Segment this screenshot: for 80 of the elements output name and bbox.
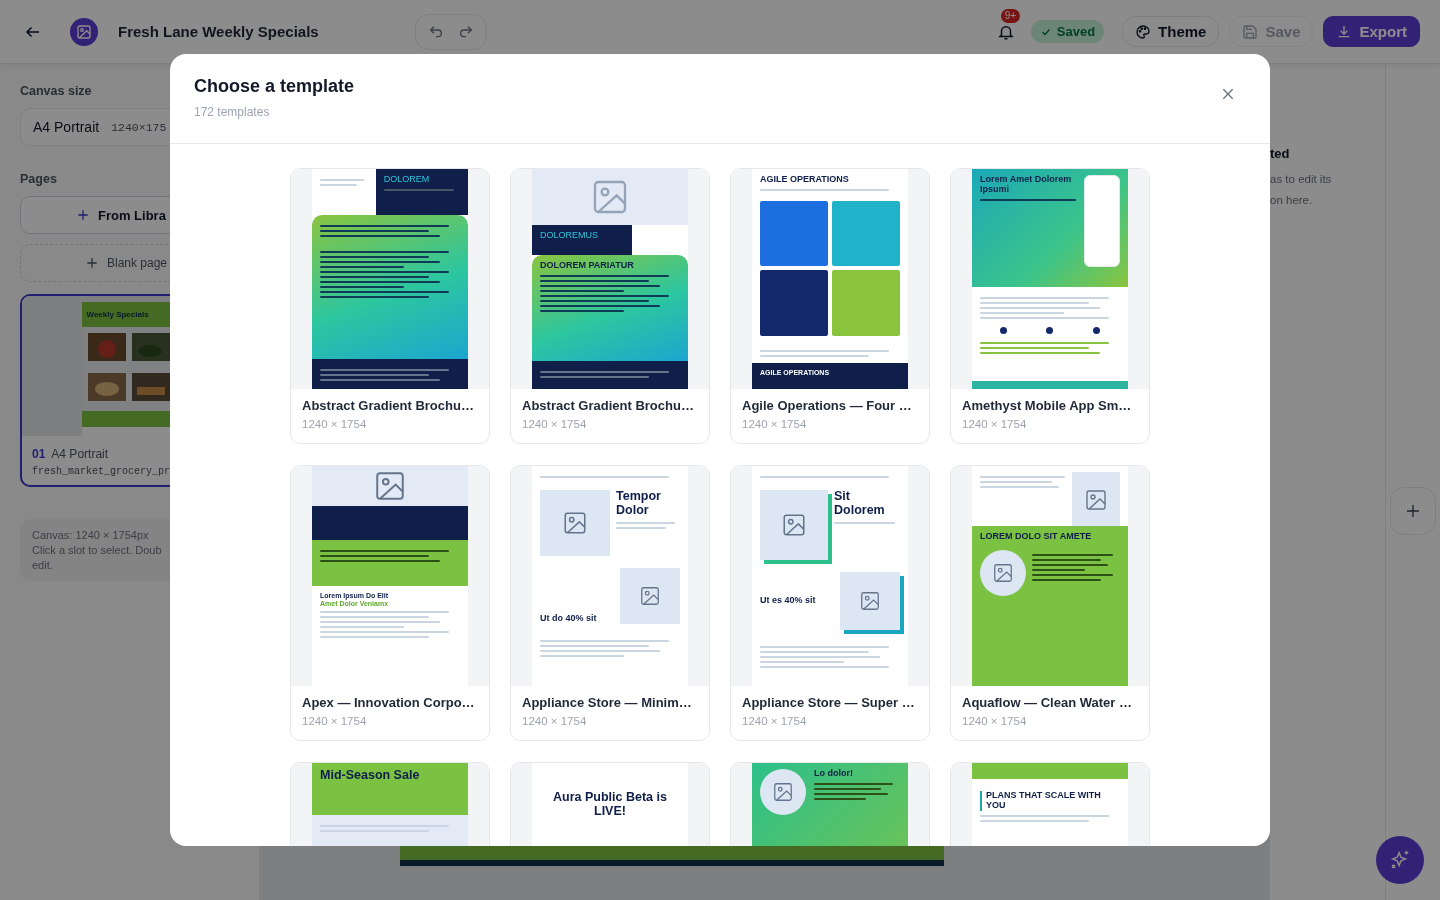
close-icon <box>1220 86 1236 102</box>
image-icon <box>1084 488 1108 512</box>
preview-headline: DOLOREMUS <box>540 231 599 241</box>
empty-state-text: as to edit its <box>1270 172 1333 187</box>
template-name: Abstract Gradient Brochu… <box>302 398 475 413</box>
preview-headline: Ut es 40% sit <box>760 596 817 606</box>
theme-button[interactable]: Theme <box>1122 16 1220 47</box>
template-card[interactable]: DOLOREM Abstract Gradient Brochu… 1240 × 1754 <box>290 168 490 444</box>
info-text: Click a slot to select. Doub <box>32 544 163 556</box>
page-file-name: fresh_market_grocery_pr <box>32 466 172 477</box>
feature-tile <box>760 200 828 267</box>
template-size: 1240 × 1754 <box>742 715 808 727</box>
template-card[interactable]: Mid-Season Sale <box>290 762 490 846</box>
page-number: 01 <box>32 447 46 461</box>
preview-headline: Lo dolor! <box>814 769 854 779</box>
template-size: 1240 × 1754 <box>302 418 368 430</box>
image-icon <box>781 512 807 538</box>
image-icon <box>639 585 661 607</box>
template-card[interactable]: Aura Public Beta is LIVE! <box>510 762 710 846</box>
image-icon <box>373 469 407 503</box>
template-card[interactable]: DOLOREMUS DOLOREM PARIATUR Abstract Gradient Brochu… 1240 × 1754 <box>510 168 710 444</box>
info-text: edit. <box>32 559 54 571</box>
template-name: Agile Operations — Four … <box>742 398 913 413</box>
info-text: Canvas: 1240 × 1754px <box>32 529 150 541</box>
preview-headline: Sit Dolorem <box>834 490 886 518</box>
preview-headline: Aura Public Beta is LIVE! <box>552 791 668 819</box>
feature-tile <box>832 270 900 336</box>
palette-icon <box>1135 23 1152 40</box>
empty-state-title: ted <box>1270 146 1291 161</box>
template-size: 1240 × 1754 <box>302 715 368 727</box>
template-size: 1240 × 1754 <box>522 418 588 430</box>
preview-headline: AGILE OPERATIONS <box>760 175 850 185</box>
image-icon <box>859 590 881 612</box>
template-card[interactable]: PLANS THAT SCALE WITH YOU <box>950 762 1150 846</box>
dialog-title: Choose a template <box>194 76 355 97</box>
export-button[interactable]: Export <box>1323 16 1420 47</box>
preview-headline: Ut do 40% sit <box>540 614 598 624</box>
section-label: Pages <box>20 172 58 186</box>
template-size: 1240 × 1754 <box>962 418 1028 430</box>
undo-icon <box>427 23 444 40</box>
dot-icon <box>1046 327 1054 334</box>
feature-tile <box>760 270 828 336</box>
template-name: Appliance Store — Super … <box>742 695 916 710</box>
preview-headline: Lorem Amet Dolorem Ipsumi <box>980 175 1073 195</box>
template-name: Abstract Gradient Brochu… <box>522 398 695 413</box>
image-icon <box>992 561 1014 584</box>
template-size: 1240 × 1754 <box>742 418 808 430</box>
dot-icon <box>999 327 1007 334</box>
plus-icon <box>76 208 90 222</box>
plus-icon <box>1404 502 1422 520</box>
preview-headline: LOREM DOLO SIT AMETE <box>980 532 1093 542</box>
dot-icon <box>1093 327 1101 334</box>
notification-badge: 9+ <box>1000 8 1021 23</box>
preview-headline: PLANS THAT SCALE WITH YOU <box>986 791 1102 811</box>
image-icon <box>772 781 794 803</box>
template-name: Aquaflow — Clean Water … <box>962 695 1133 710</box>
plus-icon <box>85 256 99 270</box>
template-card[interactable]: Tempor Dolor Ut do 40% sit Appliance Store — Minim… 1240 × 1754 <box>510 465 710 741</box>
image-icon <box>562 510 588 536</box>
template-name: Amethyst Mobile App Sm… <box>962 398 1133 413</box>
sparkle-icon <box>1389 849 1411 871</box>
empty-state-text: on here. <box>1270 193 1314 209</box>
document-title: Fresh Lane Weekly Specials <box>118 23 319 40</box>
template-card[interactable]: Lo dolor! <box>730 762 930 846</box>
template-card[interactable]: Sit Dolorem Ut es 40% sit Appliance Store — Super … 1240 × 1754 <box>730 465 930 741</box>
template-size: 1240 × 1754 <box>962 715 1028 727</box>
template-card[interactable]: Lorem Amet Dolorem Ipsumi Amethyst Mobile App Sm… 1240 × 1754 <box>950 168 1150 444</box>
preview-headline: DOLOREM PARIATUR <box>540 261 635 271</box>
template-name: Appliance Store — Minim… <box>522 695 693 710</box>
template-name: Apex — Innovation Corpo… <box>302 695 476 710</box>
template-card[interactable]: LOREM DOLO SIT AMETE Aquaflow — Clean Water … 1240 × 1754 <box>950 465 1150 741</box>
app-logo-icon <box>70 17 98 46</box>
redo-icon <box>457 23 474 40</box>
saved-status: Saved <box>1030 20 1105 43</box>
preview-headline: Tempor Dolor <box>616 490 662 518</box>
feature-tile <box>832 200 900 267</box>
preview-headline: Mid-Season Sale <box>320 769 421 783</box>
page-size-label: A4 Portrait <box>51 447 109 461</box>
preview-headline: DOLOREM <box>383 175 431 185</box>
template-size: 1240 × 1754 <box>522 715 588 727</box>
